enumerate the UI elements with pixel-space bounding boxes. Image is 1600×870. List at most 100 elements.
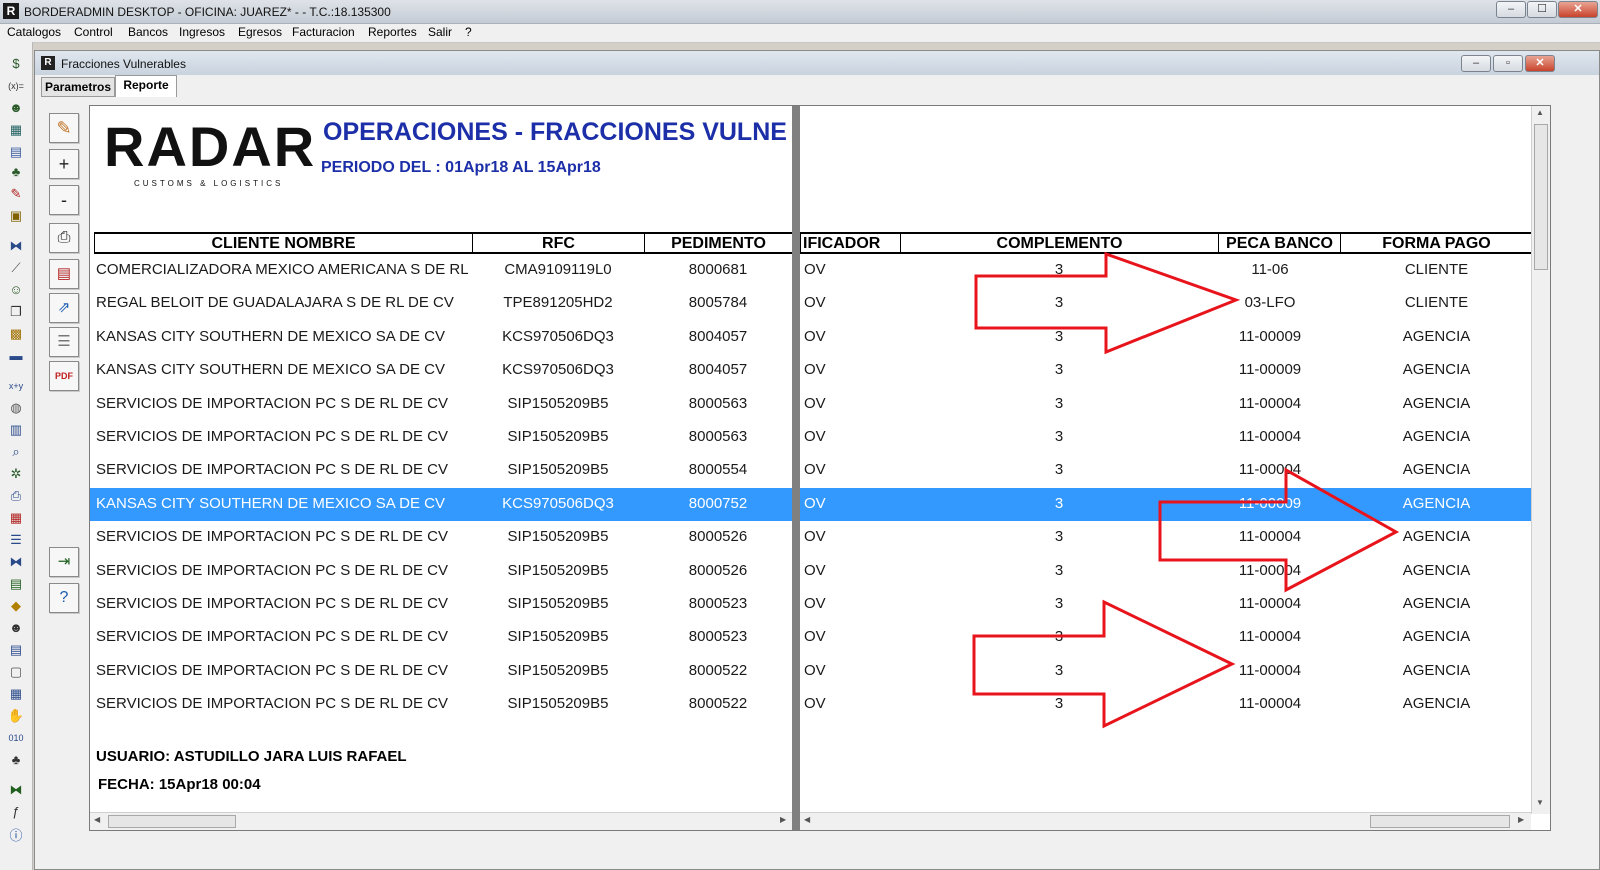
hierarchy-icon[interactable]: ⧓	[7, 554, 25, 570]
ruler-icon[interactable]: ⟋	[7, 260, 25, 276]
horizontal-scroll-thumb-left[interactable]	[108, 815, 236, 828]
list-icon[interactable]: ☰	[7, 532, 25, 548]
chat-icon[interactable]: ▢	[7, 664, 25, 680]
menu-ingresos[interactable]: Ingresos	[179, 25, 225, 39]
table-row[interactable]: COMERCIALIZADORA MEXICO AMERICANA S DE R…	[90, 254, 1533, 287]
export-button[interactable]: ⇗	[49, 293, 79, 323]
files-icon[interactable]: ❐	[7, 304, 25, 320]
table-row[interactable]: SERVICIOS DE IMPORTACION PC S DE RL DE C…	[90, 588, 1533, 621]
table-row[interactable]: KANSAS CITY SOUTHERN DE MEXICO SA DE CV K…	[90, 487, 1533, 521]
menu-reportes[interactable]: Reportes	[368, 25, 417, 39]
person-icon[interactable]: ☻	[7, 100, 25, 116]
help-button[interactable]: ?	[49, 583, 79, 613]
maximize-button[interactable]: ☐	[1527, 1, 1557, 18]
child-close-button[interactable]: ✕	[1525, 55, 1555, 72]
clubs-icon[interactable]: ♣	[7, 752, 25, 768]
page-setup-button[interactable]: ☰	[49, 327, 79, 357]
report-icon[interactable]: ▤	[7, 642, 25, 658]
table-row[interactable]: KANSAS CITY SOUTHERN DE MEXICO SA DE CV K…	[90, 321, 1533, 354]
scroll-up-icon[interactable]: ▲	[1536, 108, 1544, 117]
pane-splitter[interactable]	[792, 106, 800, 830]
person-settings-icon[interactable]: ☺	[7, 282, 25, 298]
spreadsheet-icon[interactable]: ▤	[7, 576, 25, 592]
svg-text:RADAR: RADAR	[104, 120, 314, 178]
table-row[interactable]: SERVICIOS DE IMPORTACION PC S DE RL DE C…	[90, 555, 1533, 588]
scroll-right-icon[interactable]: ▶	[1518, 815, 1524, 824]
info-icon[interactable]: ⓘ	[7, 828, 25, 844]
scroll-left-icon[interactable]: ◀	[94, 815, 100, 824]
table-row[interactable]: SERVICIOS DE IMPORTACION PC S DE RL DE C…	[90, 621, 1533, 654]
tab-reporte[interactable]: Reporte	[115, 75, 177, 97]
child-maximize-button[interactable]: ▫	[1493, 55, 1523, 72]
network-icon[interactable]: ⧓	[7, 238, 25, 254]
table-row[interactable]: SERVICIOS DE IMPORTACION PC S DE RL DE C…	[90, 655, 1533, 688]
cube-icon[interactable]: ◆	[7, 598, 25, 614]
database-icon[interactable]: ◍	[7, 400, 25, 416]
cell-complemento: 3	[1054, 428, 1064, 445]
menu-bancos[interactable]: Bancos	[128, 25, 168, 39]
cell-cliente: KANSAS CITY SOUTHERN DE MEXICO SA DE CV	[96, 494, 445, 512]
table-row[interactable]: SERVICIOS DE IMPORTACION PC S DE RL DE C…	[90, 388, 1533, 421]
horizontal-scrollbar-left[interactable]: ◀ ▶	[90, 812, 792, 830]
child-minimize-button[interactable]: –	[1461, 55, 1491, 72]
calculator-icon[interactable]: ▦	[7, 122, 25, 138]
menu-catalogos[interactable]: Catalogos	[7, 25, 61, 39]
scroll-right-icon[interactable]: ▶	[780, 815, 786, 824]
print-button[interactable]: ⎙	[49, 223, 79, 253]
menu-facturacion[interactable]: Facturacion	[292, 25, 355, 39]
cell-peca: 11-00004	[1238, 528, 1302, 546]
menu-help[interactable]: ?	[465, 25, 472, 39]
table-row[interactable]: REGAL BELOIT DE GUADALAJARA S DE RL DE C…	[90, 287, 1533, 320]
table-row[interactable]: KANSAS CITY SOUTHERN DE MEXICO SA DE CV K…	[90, 354, 1533, 387]
money-icon[interactable]: ♣	[7, 164, 25, 180]
pen-icon[interactable]: ✎	[7, 186, 25, 202]
print-preview-button[interactable]: ▤	[49, 259, 79, 289]
horizontal-scroll-thumb-right[interactable]	[1370, 815, 1510, 828]
menu-control[interactable]: Control	[74, 25, 113, 39]
binary-icon[interactable]: 010	[7, 730, 25, 746]
table-row[interactable]: SERVICIOS DE IMPORTACION PC S DE RL DE C…	[90, 521, 1533, 554]
exit-door-button[interactable]: ⇥	[49, 547, 79, 577]
handshake-icon[interactable]: ✋	[7, 708, 25, 724]
person-card-icon[interactable]: ☻	[7, 620, 25, 636]
tab-parametros[interactable]: Parametros	[41, 77, 115, 97]
chart-icon[interactable]: ▥	[7, 422, 25, 438]
scroll-down-icon[interactable]: ▼	[1536, 798, 1544, 807]
vertical-scroll-thumb[interactable]	[1534, 124, 1548, 270]
money-bag-icon[interactable]: $	[7, 56, 25, 72]
printer-doc-icon[interactable]: ⎙	[7, 488, 25, 504]
box-icon[interactable]: ▣	[7, 208, 25, 224]
document-icon[interactable]: ▤	[7, 144, 25, 160]
pencil-tool-button[interactable]: ✎	[49, 113, 79, 143]
cell-pedimento: 8000563	[688, 394, 748, 412]
menu-salir[interactable]: Salir	[428, 25, 452, 39]
grid-icon[interactable]: ▦	[7, 510, 25, 526]
tree-icon[interactable]: ⧓	[7, 782, 25, 798]
cell-complemento: 3	[1054, 628, 1064, 646]
zoom-out-button[interactable]: -	[49, 185, 79, 215]
package-icon[interactable]: ▩	[7, 326, 25, 342]
pdf-button[interactable]: PDF	[49, 361, 79, 391]
vertical-scrollbar[interactable]: ▲ ▼	[1531, 106, 1550, 814]
gear-icon[interactable]: ✲	[7, 466, 25, 482]
zoom-in-button[interactable]: +	[49, 149, 79, 179]
table-row[interactable]: SERVICIOS DE IMPORTACION PC S DE RL DE C…	[90, 454, 1533, 487]
cell-ificador: OV	[804, 361, 826, 379]
function-icon[interactable]: ƒ	[7, 804, 25, 820]
table-icon[interactable]: ▦	[7, 686, 25, 702]
scroll-left-icon[interactable]: ◀	[804, 815, 810, 824]
menu-egresos[interactable]: Egresos	[238, 25, 282, 39]
child-title: Fracciones Vulnerables	[61, 57, 186, 71]
cell-ificador: OV	[804, 561, 826, 579]
report-title: OPERACIONES - FRACCIONES VULNE	[323, 118, 787, 146]
variable-icon[interactable]: (x)=	[7, 78, 25, 94]
search-doc-icon[interactable]: ⌕	[7, 444, 25, 460]
horizontal-scrollbar-right[interactable]: ◀ ▶	[800, 812, 1531, 830]
formula-icon[interactable]: x+y	[7, 378, 25, 394]
table-row[interactable]: SERVICIOS DE IMPORTACION PC S DE RL DE C…	[90, 421, 1533, 454]
truck-icon[interactable]: ▬	[7, 348, 25, 364]
table-row[interactable]: SERVICIOS DE IMPORTACION PC S DE RL DE C…	[90, 688, 1533, 721]
minimize-button[interactable]: –	[1496, 1, 1526, 18]
cell-complemento: 3	[1054, 528, 1064, 546]
close-button[interactable]: ✕	[1558, 1, 1598, 18]
